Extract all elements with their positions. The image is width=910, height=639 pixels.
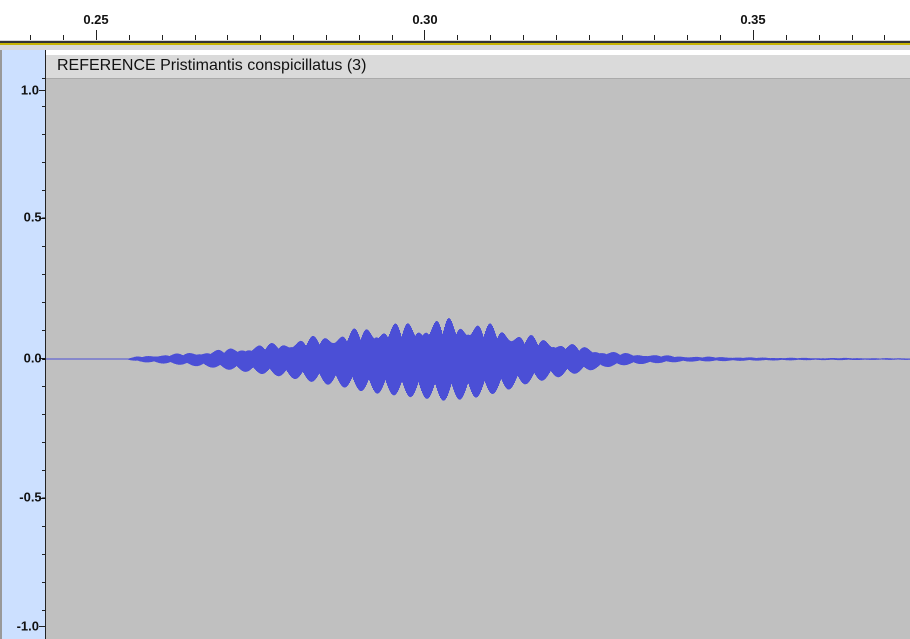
time-ruler-tick	[96, 30, 97, 40]
amplitude-label-0: 0.0-	[23, 350, 46, 366]
amplitude-label-minus-1: -1.0	[16, 618, 39, 634]
track-title-bar[interactable]: REFERENCE Pristimantis conspicillatus (3…	[46, 55, 910, 79]
time-label-025: 0.25	[83, 12, 109, 27]
time-label-030: 0.30	[412, 12, 438, 27]
amplitude-label-0-5: 0.5-	[23, 209, 46, 225]
track-name: REFERENCE Pristimantis conspicillatus (3…	[57, 57, 367, 74]
waveform-canvas[interactable]	[46, 79, 910, 639]
waveform-plot	[46, 318, 910, 401]
amplitude-label-1: 1.0	[20, 82, 39, 98]
time-ruler-tick	[753, 30, 754, 40]
amplitude-label-minus-0-5: -0.5-	[19, 489, 46, 505]
amplitude-scale-tick	[39, 90, 46, 91]
time-ruler[interactable]: 0.25 0.30 0.35	[0, 0, 910, 40]
waveform-series	[128, 318, 910, 401]
ruler-separator	[0, 40, 910, 50]
amplitude-scale[interactable]: 1.0 0.5- 0.0- -0.5- -1.0	[0, 50, 46, 639]
ruler-separator-gold-line	[0, 43, 910, 45]
time-ruler-tick	[424, 30, 425, 40]
amplitude-scale-tick	[39, 626, 46, 627]
time-label-035: 0.35	[740, 12, 766, 27]
